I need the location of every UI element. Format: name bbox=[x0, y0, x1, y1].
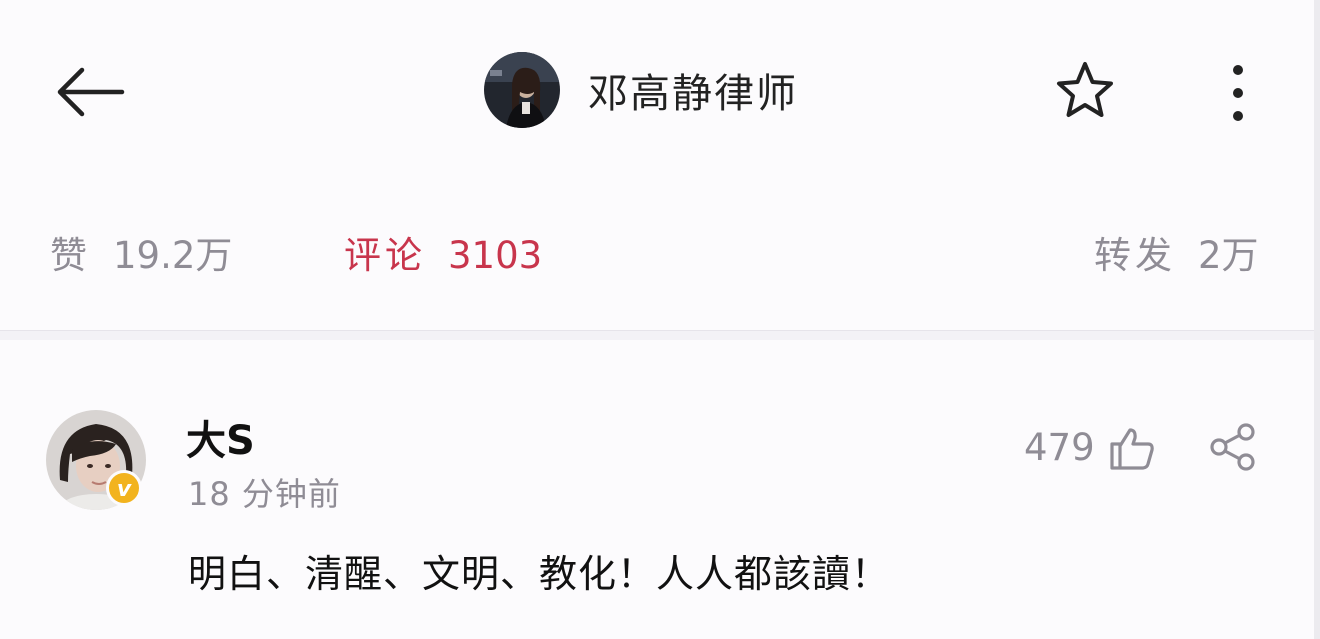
more-vertical-icon bbox=[1233, 65, 1243, 121]
page-title: 邓高静律师 bbox=[588, 71, 798, 117]
header-avatar[interactable] bbox=[484, 52, 560, 128]
reposts-count: 2万 bbox=[1198, 234, 1259, 277]
scroll-edge bbox=[1314, 0, 1320, 639]
comment-text: 明白、清醒、文明、教化！人人都該讀！ bbox=[188, 552, 891, 596]
comment-like-count: 479 bbox=[1024, 426, 1095, 469]
star-outline-icon bbox=[1057, 62, 1113, 117]
more-options-button[interactable] bbox=[1222, 60, 1254, 126]
arrow-left-icon bbox=[57, 67, 125, 117]
reposts-label: 转发 bbox=[1094, 234, 1176, 277]
like-button[interactable] bbox=[1108, 424, 1156, 472]
favorite-button[interactable] bbox=[1052, 58, 1118, 122]
share-icon bbox=[1210, 423, 1255, 471]
page: 邓高静律师 赞 19.2万 评论 3103 转发 2万 v 大S 18 分钟前 … bbox=[0, 0, 1320, 639]
tab-likes[interactable]: 赞 19.2万 bbox=[50, 230, 232, 282]
comments-count: 3103 bbox=[448, 234, 543, 277]
likes-count: 19.2万 bbox=[113, 234, 233, 277]
comments-label: 评论 bbox=[344, 234, 426, 277]
header-user[interactable]: 邓高静律师 bbox=[484, 52, 798, 128]
back-button[interactable] bbox=[52, 62, 128, 122]
tab-comments[interactable]: 评论 3103 bbox=[344, 230, 542, 282]
comment-author-name[interactable]: 大S bbox=[186, 416, 255, 466]
tab-reposts[interactable]: 转发 2万 bbox=[1094, 230, 1259, 282]
thumbs-up-icon bbox=[1110, 428, 1154, 470]
share-button[interactable] bbox=[1208, 422, 1258, 472]
comment-timestamp: 18 分钟前 bbox=[188, 475, 341, 513]
likes-label: 赞 bbox=[50, 234, 91, 277]
verified-badge: v bbox=[106, 470, 142, 506]
